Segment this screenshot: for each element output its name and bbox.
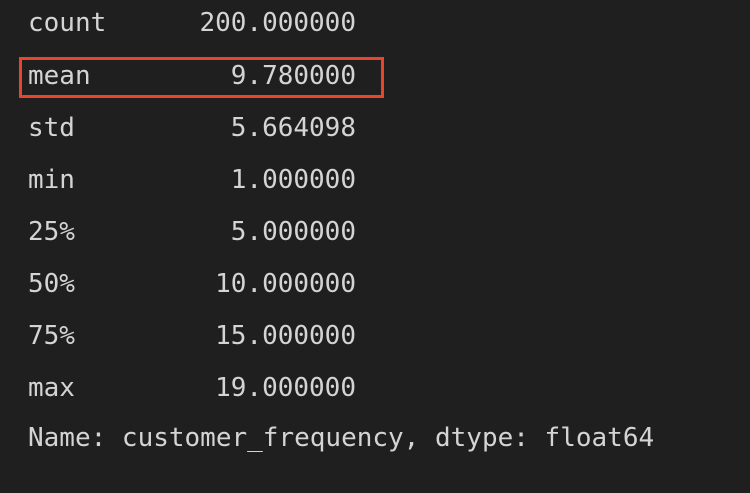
stat-value: 5.664098 [230, 113, 356, 143]
stat-label: max [28, 373, 75, 403]
stat-row-max: max 19.000000 [28, 373, 356, 403]
stat-label: 50% [28, 269, 75, 299]
stat-label: 75% [28, 321, 75, 351]
stat-value: 19.000000 [215, 373, 356, 403]
stat-label: min [28, 165, 75, 195]
stat-label: std [28, 113, 75, 143]
stat-label: count [28, 8, 107, 38]
stat-row-50: 50% 10.000000 [28, 269, 356, 299]
stat-value: 200.000000 [199, 8, 356, 38]
stat-label: 25% [28, 217, 75, 247]
stat-row-count: count 200.000000 [28, 8, 356, 38]
stat-row-75: 75% 15.000000 [28, 321, 356, 351]
stat-row-std: std 5.664098 [28, 113, 356, 143]
stat-value: 9.780000 [230, 61, 356, 91]
series-footer: Name: customer_frequency, dtype: float64 [28, 423, 655, 453]
stat-value: 1.000000 [230, 165, 356, 195]
stat-label: mean [28, 61, 91, 91]
stat-value: 15.000000 [215, 321, 356, 351]
stat-value: 10.000000 [215, 269, 356, 299]
stat-row-25: 25% 5.000000 [28, 217, 356, 247]
stat-row-mean: mean 9.780000 [28, 61, 356, 91]
stat-value: 5.000000 [230, 217, 356, 247]
stat-row-min: min 1.000000 [28, 165, 356, 195]
describe-output: count 200.000000 mean 9.780000 std 5.664… [0, 0, 750, 472]
